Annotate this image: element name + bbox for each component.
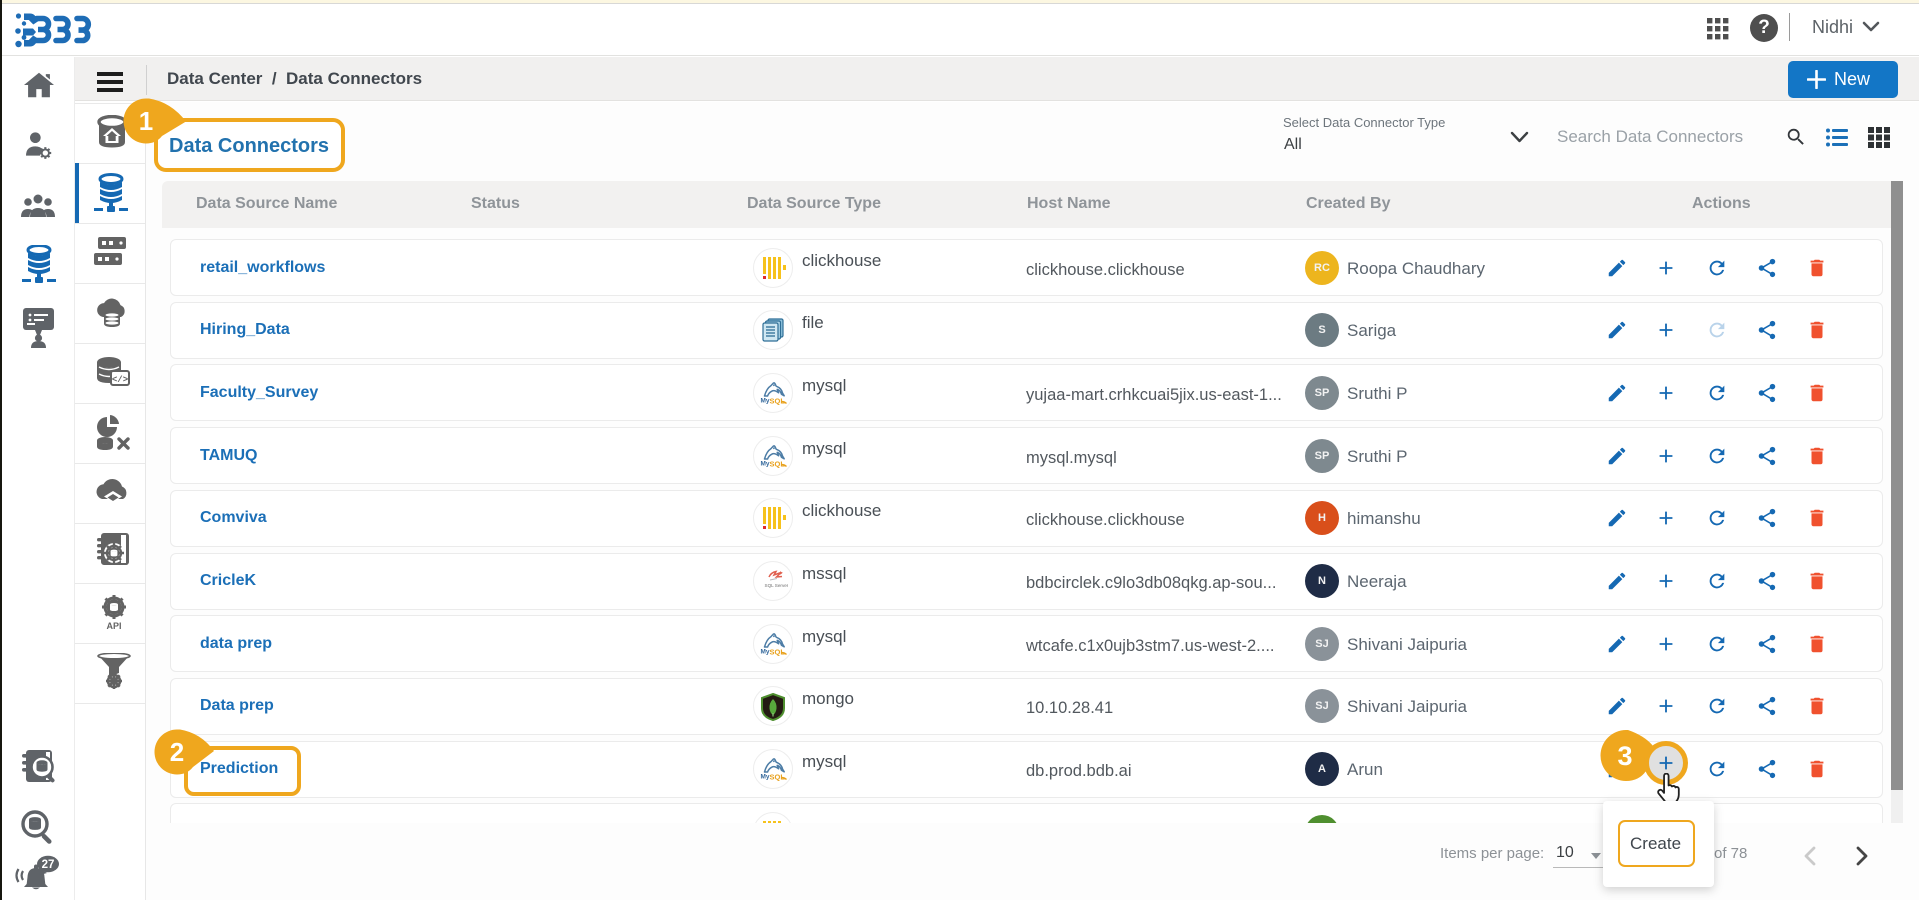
svg-text:API: API <box>106 621 121 631</box>
svg-text:My: My <box>761 774 770 781</box>
svg-text:SQL Server: SQL Server <box>765 583 789 588</box>
svg-text:My: My <box>761 648 770 655</box>
svg-text:27: 27 <box>42 859 55 871</box>
svg-text:My: My <box>761 397 770 404</box>
svg-text:My: My <box>761 460 770 467</box>
svg-text:</>: </> <box>112 375 128 385</box>
